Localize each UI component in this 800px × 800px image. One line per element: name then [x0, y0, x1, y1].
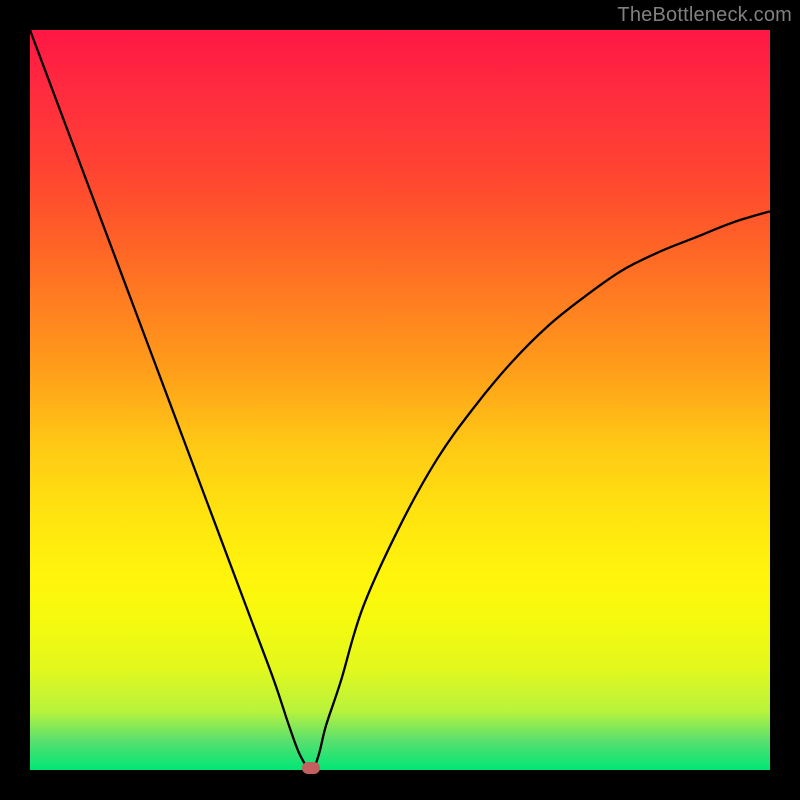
plot-area	[30, 30, 770, 770]
optimum-marker	[302, 762, 320, 774]
watermark-text: TheBottleneck.com	[617, 4, 792, 27]
bottleneck-curve	[30, 30, 770, 770]
chart-frame: TheBottleneck.com	[0, 0, 800, 800]
